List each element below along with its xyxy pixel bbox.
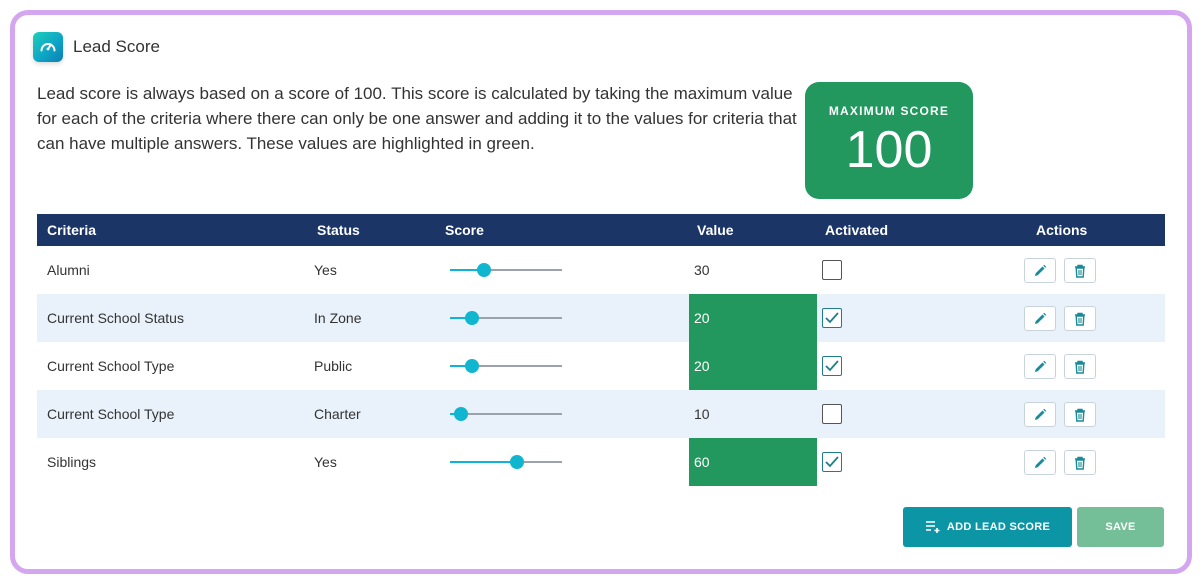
score-slider-fill <box>450 461 518 463</box>
activated-checkbox[interactable] <box>822 308 842 328</box>
column-header-actions: Actions <box>1036 222 1088 238</box>
score-slider[interactable] <box>450 455 562 469</box>
lead-score-panel: Lead Score Lead score is always based on… <box>10 10 1192 574</box>
edit-button[interactable] <box>1024 306 1056 331</box>
trash-icon <box>1075 264 1085 278</box>
pencil-icon <box>1035 408 1047 420</box>
value-cell: 20 <box>689 294 817 342</box>
trash-icon <box>1075 408 1085 422</box>
criteria-cell: Current School Type <box>47 358 175 374</box>
table-row: Current School Type Public 20 <box>37 342 1165 390</box>
status-cell: Charter <box>314 406 361 422</box>
maximum-score-label: MAXIMUM SCORE <box>828 104 950 118</box>
score-slider[interactable] <box>450 407 562 421</box>
save-label: SAVE <box>1105 521 1136 533</box>
check-icon <box>825 312 839 324</box>
delete-button[interactable] <box>1064 354 1096 379</box>
score-slider-thumb[interactable] <box>510 455 525 469</box>
trash-icon <box>1075 312 1085 326</box>
pencil-icon <box>1035 360 1047 372</box>
criteria-cell: Siblings <box>47 454 97 470</box>
check-icon <box>825 456 839 468</box>
table-row: Current School Type Charter 10 <box>37 390 1165 438</box>
activated-checkbox[interactable] <box>822 404 842 424</box>
trash-icon <box>1075 456 1085 470</box>
value-cell: 30 <box>694 262 710 278</box>
pencil-icon <box>1035 456 1047 468</box>
delete-button[interactable] <box>1064 450 1096 475</box>
score-slider-thumb[interactable] <box>454 407 469 421</box>
score-slider-thumb[interactable] <box>476 263 491 277</box>
table-row: Current School Status In Zone 20 <box>37 294 1165 342</box>
column-header-value: Value <box>697 222 734 238</box>
criteria-cell: Current School Status <box>47 310 184 326</box>
score-slider[interactable] <box>450 263 562 277</box>
status-cell: In Zone <box>314 310 362 326</box>
value-cell: 60 <box>689 438 817 486</box>
column-header-status: Status <box>317 222 360 238</box>
table-row: Siblings Yes 60 <box>37 438 1165 486</box>
description-text: Lead score is always based on a score of… <box>37 84 797 153</box>
delete-button[interactable] <box>1064 258 1096 283</box>
pencil-icon <box>1035 264 1047 276</box>
lead-score-table: Criteria Status Score Value Activated Ac… <box>37 214 1165 486</box>
table-row: Alumni Yes 30 <box>37 246 1165 294</box>
activated-checkbox[interactable] <box>822 260 842 280</box>
edit-button[interactable] <box>1024 258 1056 283</box>
edit-button[interactable] <box>1024 402 1056 427</box>
table-body: Alumni Yes 30 Current School Status In Zone 2… <box>37 246 1165 486</box>
status-cell: Yes <box>314 454 337 470</box>
table-header: Criteria Status Score Value Activated Ac… <box>37 214 1165 246</box>
edit-button[interactable] <box>1024 450 1056 475</box>
score-slider-thumb[interactable] <box>465 311 480 325</box>
value-cell: 10 <box>694 406 710 422</box>
score-slider[interactable] <box>450 359 562 373</box>
save-button[interactable]: SAVE <box>1077 507 1164 547</box>
maximum-score-card: MAXIMUM SCORE 100 <box>805 82 973 199</box>
pencil-icon <box>1035 312 1047 324</box>
edit-button[interactable] <box>1024 354 1056 379</box>
add-lead-score-label: ADD LEAD SCORE <box>946 521 1051 533</box>
column-header-score: Score <box>445 222 484 238</box>
value-cell: 20 <box>689 342 817 390</box>
score-slider[interactable] <box>450 311 562 325</box>
check-icon <box>825 360 839 372</box>
activated-checkbox[interactable] <box>822 452 842 472</box>
delete-button[interactable] <box>1064 306 1096 331</box>
add-lead-score-button[interactable]: ADD LEAD SCORE <box>903 507 1072 547</box>
column-header-criteria: Criteria <box>47 222 97 238</box>
activated-checkbox[interactable] <box>822 356 842 376</box>
delete-button[interactable] <box>1064 402 1096 427</box>
criteria-cell: Current School Type <box>47 406 175 422</box>
maximum-score-value: 100 <box>845 121 933 179</box>
speedometer-icon <box>33 32 63 62</box>
score-slider-thumb[interactable] <box>465 359 480 373</box>
trash-icon <box>1075 360 1085 374</box>
criteria-cell: Alumni <box>47 262 90 278</box>
status-cell: Yes <box>314 262 337 278</box>
page-title: Lead Score <box>73 37 160 56</box>
playlist-add-icon <box>925 520 941 534</box>
column-header-activated: Activated <box>825 222 889 238</box>
status-cell: Public <box>314 358 353 374</box>
panel-header: Lead Score <box>33 31 160 63</box>
